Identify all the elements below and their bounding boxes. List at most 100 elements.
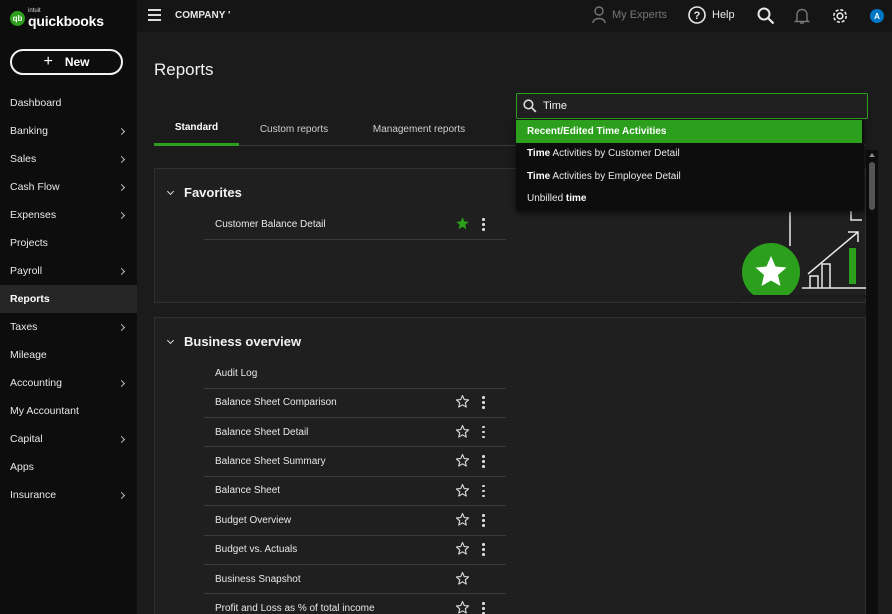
scroll-up-arrow-icon[interactable] (869, 153, 875, 157)
scrollbar-thumb[interactable] (869, 162, 875, 210)
chevron-right-icon (117, 155, 126, 163)
business-overview-header[interactable]: Business overview (166, 334, 301, 349)
help-button[interactable]: ? Help (688, 6, 735, 24)
sidebar-item-apps[interactable]: Apps (0, 453, 137, 481)
star-filled-icon[interactable] (455, 216, 470, 231)
report-row[interactable]: Budget vs. Actuals (204, 535, 506, 565)
star-outline-icon[interactable] (455, 424, 470, 442)
more-options-icon[interactable] (482, 396, 485, 409)
report-name[interactable]: Budget Overview (215, 515, 291, 526)
favorites-header[interactable]: Favorites (166, 185, 242, 200)
report-row[interactable]: Balance Sheet Summary (204, 447, 506, 477)
report-row[interactable]: Balance Sheet Comparison (204, 388, 506, 418)
chevron-right-icon (117, 127, 126, 135)
sidebar-item-banking[interactable]: Banking (0, 117, 137, 145)
sidebar-item-label: Accounting (10, 377, 62, 389)
new-button[interactable]: + New (10, 49, 123, 75)
star-outline-icon[interactable] (455, 394, 470, 412)
search-icon[interactable] (757, 7, 775, 25)
sidebar-item-expenses[interactable]: Expenses (0, 201, 137, 229)
chevron-right-icon (117, 379, 126, 387)
sidebar-nav: Dashboard Banking Sales Cash Flow Expenses Pr… (0, 89, 137, 509)
sidebar-item-label: Cash Flow (10, 181, 60, 193)
sidebar-item-mileage[interactable]: Mileage (0, 341, 137, 369)
report-name[interactable]: Business Snapshot (215, 574, 301, 585)
bell-icon[interactable] (794, 7, 810, 25)
tab-custom-reports[interactable]: Custom reports (249, 112, 339, 146)
help-icon: ? (688, 6, 706, 24)
sidebar-item-my-accountant[interactable]: My Accountant (0, 397, 137, 425)
user-avatar[interactable]: A (870, 9, 884, 23)
report-name[interactable]: Audit Log (215, 368, 257, 379)
page-scrollbar[interactable] (866, 150, 878, 614)
suggestion-match-text: Time (527, 170, 551, 182)
chevron-right-icon (117, 491, 126, 499)
star-outline-icon[interactable] (455, 512, 470, 530)
more-options-icon[interactable] (482, 484, 485, 498)
more-options-icon[interactable] (482, 543, 485, 556)
report-name[interactable]: Balance Sheet (215, 485, 280, 496)
star-outline-icon[interactable] (455, 600, 470, 614)
svg-text:?: ? (694, 10, 701, 22)
report-name[interactable]: Balance Sheet Summary (215, 456, 326, 467)
help-label: Help (712, 9, 735, 21)
my-experts-button[interactable]: My Experts (592, 6, 667, 24)
star-outline-icon[interactable] (455, 453, 470, 471)
more-options-icon[interactable] (482, 455, 485, 468)
sidebar-item-reports[interactable]: Reports (0, 285, 137, 313)
report-row[interactable]: Balance Sheet Detail (204, 418, 506, 448)
report-row[interactable]: Budget Overview (204, 506, 506, 536)
suggestion-text: Recent/Edited Time Activities (527, 125, 667, 137)
search-suggestion[interactable]: Recent/Edited Time Activities (516, 120, 862, 143)
star-outline-icon[interactable] (455, 541, 470, 559)
plus-icon: + (43, 53, 53, 70)
more-options-icon[interactable] (482, 602, 485, 614)
report-name[interactable]: Profit and Loss as % of total income (215, 603, 375, 614)
tab-management-reports[interactable]: Management reports (364, 112, 474, 146)
report-row[interactable]: Profit and Loss as % of total income (204, 594, 506, 614)
sidebar-item-sales[interactable]: Sales (0, 145, 137, 173)
more-options-icon[interactable] (482, 514, 485, 527)
report-name[interactable]: Balance Sheet Comparison (215, 397, 337, 408)
sidebar-item-cash-flow[interactable]: Cash Flow (0, 173, 137, 201)
new-button-label: New (64, 55, 90, 69)
report-name[interactable]: Budget vs. Actuals (215, 544, 297, 555)
sidebar-item-accounting[interactable]: Accounting (0, 369, 137, 397)
more-options-icon[interactable] (482, 425, 485, 439)
report-search-box[interactable] (516, 93, 868, 119)
report-name[interactable]: Customer Balance Detail (215, 219, 326, 230)
logo-brand-text: quickbooks (28, 13, 104, 29)
sidebar-item-dashboard[interactable]: Dashboard (0, 89, 137, 117)
search-suggestions-dropdown: Recent/Edited Time Activities Time Activi… (516, 120, 864, 211)
star-outline-icon[interactable] (455, 483, 470, 501)
report-search-input[interactable] (543, 100, 843, 112)
search-suggestion[interactable]: Unbilled time (516, 188, 864, 211)
sidebar-item-projects[interactable]: Projects (0, 229, 137, 257)
gear-icon[interactable] (831, 7, 849, 25)
report-row[interactable]: Customer Balance Detail (204, 210, 506, 240)
report-row[interactable]: Business Snapshot (204, 565, 506, 595)
report-row[interactable]: Audit Log (204, 359, 506, 389)
chevron-right-icon (117, 267, 126, 275)
search-suggestion[interactable]: Time Activities by Customer Detail (516, 143, 864, 166)
hamburger-menu-icon[interactable] (148, 9, 161, 21)
sidebar-item-label: Payroll (10, 265, 43, 277)
sidebar-item-label: Projects (10, 237, 48, 249)
sidebar-item-capital[interactable]: Capital (0, 425, 137, 453)
sidebar-item-label: Insurance (10, 489, 57, 501)
sidebar-item-payroll[interactable]: Payroll (0, 257, 137, 285)
tab-standard[interactable]: Standard (154, 112, 239, 146)
sidebar-item-taxes[interactable]: Taxes (0, 313, 137, 341)
report-row[interactable]: Balance Sheet (204, 477, 506, 507)
report-name[interactable]: Balance Sheet Detail (215, 427, 308, 438)
chevron-right-icon (117, 323, 126, 331)
quickbooks-logo[interactable]: qb intuit quickbooks (10, 8, 104, 28)
more-options-icon[interactable] (482, 218, 485, 231)
chevron-right-icon (117, 211, 126, 219)
sidebar-item-insurance[interactable]: Insurance (0, 481, 137, 509)
search-suggestion[interactable]: Time Activities by Employee Detail (516, 165, 864, 188)
sidebar-item-label: Dashboard (10, 97, 62, 109)
collapse-chevron-icon (166, 187, 175, 195)
star-outline-icon[interactable] (455, 571, 470, 589)
collapse-chevron-icon (166, 336, 175, 344)
